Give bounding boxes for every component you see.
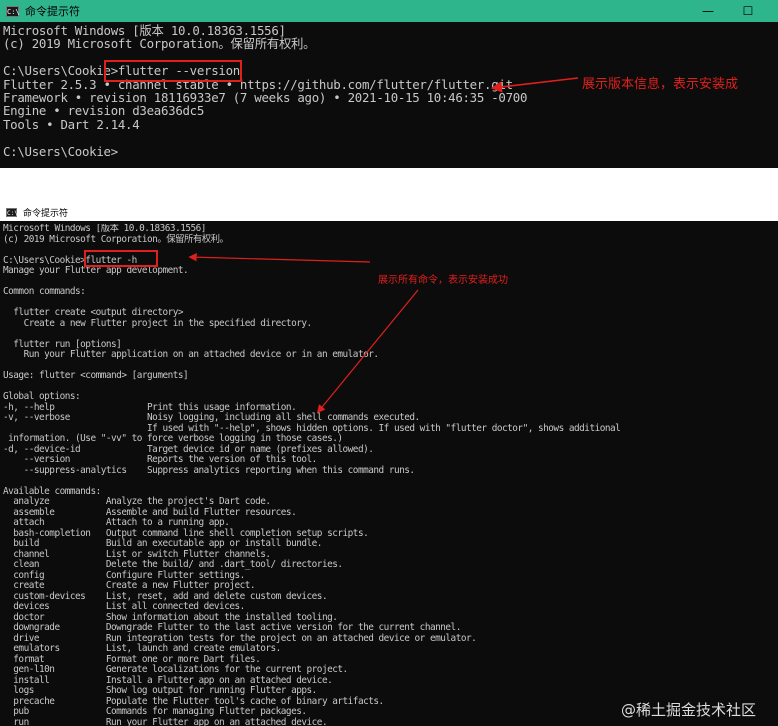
arrow-to-help-command: [188, 252, 371, 263]
annotation-arrows: [188, 77, 579, 414]
arrow-to-help-options: [316, 289, 419, 414]
watermark: @稀土掘金技术社区: [620, 701, 756, 719]
arrow-to-version-output: [490, 77, 579, 93]
